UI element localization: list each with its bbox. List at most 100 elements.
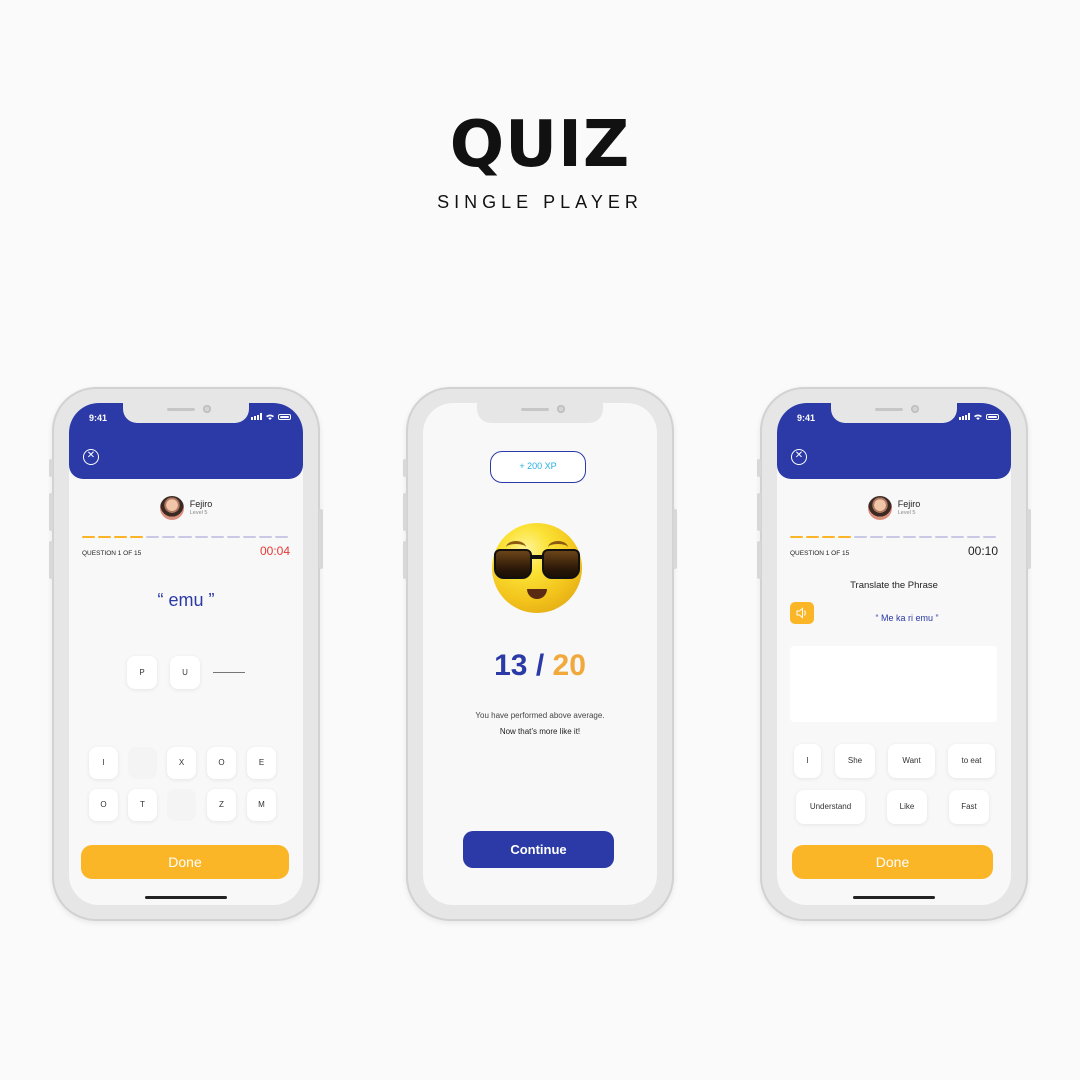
score-total: 20 (552, 649, 586, 682)
volume-down-button (757, 541, 761, 579)
power-button (1027, 509, 1031, 569)
letter-key[interactable]: T (128, 789, 157, 821)
done-button[interactable]: Done (81, 845, 289, 879)
quiz-word: “ emu ” (157, 590, 215, 610)
word-chip[interactable]: She (835, 744, 875, 778)
progress-segment (226, 536, 240, 538)
battery-icon (986, 413, 999, 420)
word-chip[interactable]: Fast (949, 790, 989, 824)
progress-segment (822, 536, 836, 538)
notch (123, 403, 249, 423)
phone-mockup-translate: 9:41 ✕ Fejiro Level 5 QUESTION 1 OF 15 0… (757, 387, 1031, 921)
user-profile: Fejiro Level 5 (69, 496, 303, 520)
user-profile: Fejiro Level 5 (777, 496, 1011, 520)
phone-screen: 9:41 ✕ Fejiro Level 5 QUESTION 1 OF 15 0… (777, 403, 1011, 905)
play-audio-button[interactable] (790, 602, 814, 624)
answer-slot[interactable]: P (127, 656, 157, 689)
close-button[interactable]: ✕ (791, 449, 807, 465)
status-icons (959, 413, 999, 420)
speaker-icon (796, 607, 806, 619)
close-button[interactable]: ✕ (83, 449, 99, 465)
signal-icon (959, 413, 970, 420)
xp-badge: + 200 XP (490, 451, 586, 483)
home-indicator (145, 896, 227, 899)
word-chip[interactable]: Understand (796, 790, 865, 824)
score-display: 13 / 20 (423, 649, 657, 683)
power-button (673, 509, 677, 569)
result-message: You have performed above average. (475, 711, 605, 720)
notch (477, 403, 603, 423)
progress-segment (130, 536, 144, 538)
score-separator: / (535, 649, 545, 682)
page-subtitle: SINGLE PLAYER (437, 192, 643, 212)
close-icon: ✕ (86, 450, 96, 461)
timer: 00:04 (259, 544, 290, 558)
progress-segment (918, 536, 932, 538)
answer-area[interactable] (790, 646, 997, 722)
progress-segment (870, 536, 884, 538)
progress-segment (982, 536, 997, 538)
silent-switch (49, 459, 53, 477)
word-chip[interactable]: to eat (948, 744, 995, 778)
letter-key[interactable]: O (89, 789, 118, 821)
done-button[interactable]: Done (792, 845, 993, 879)
continue-button[interactable]: Continue (463, 831, 614, 868)
progress-segment (194, 536, 208, 538)
progress-segment (178, 536, 192, 538)
silent-switch (403, 459, 407, 477)
progress-segment (854, 536, 868, 538)
phone-mockup-word-quiz: 9:41 ✕ Fejiro Level 5 QUESTION 1 OF 15 0… (49, 387, 323, 921)
volume-up-button (49, 493, 53, 531)
question-counter: QUESTION 1 OF 15 (790, 550, 850, 557)
answer-slot[interactable]: U (170, 656, 200, 689)
notch (831, 403, 957, 423)
phone-screen: + 200 XP 13 / 20 You have performed abov… (423, 403, 657, 905)
letter-key-used (167, 789, 196, 821)
silent-switch (757, 459, 761, 477)
progress-segment (934, 536, 948, 538)
letter-key[interactable]: E (247, 747, 276, 779)
progress-segment (114, 536, 128, 538)
timer: 00:10 (967, 544, 998, 558)
close-icon: ✕ (794, 450, 804, 461)
progress-segment (886, 536, 900, 538)
battery-icon (278, 413, 291, 420)
user-level: Level 5 (897, 510, 916, 516)
progress-segment (902, 536, 916, 538)
home-indicator (853, 896, 935, 899)
letter-key[interactable]: M (247, 789, 276, 821)
phrase-to-translate: “ Me ka ri emu ” (875, 613, 939, 623)
avatar (159, 496, 184, 520)
instruction-title: Translate the Phrase (850, 580, 938, 591)
status-icons (251, 413, 291, 420)
letter-key[interactable]: I (89, 747, 118, 779)
user-name: Fejiro (189, 499, 213, 509)
progress-segment (838, 536, 852, 538)
progress-segment (274, 536, 289, 538)
progress-segment (258, 536, 272, 538)
progress-segment (210, 536, 224, 538)
volume-down-button (403, 541, 407, 579)
result-encouragement: Now that’s more like it! (499, 727, 581, 736)
phone-screen: 9:41 ✕ Fejiro Level 5 QUESTION 1 OF 15 0… (69, 403, 303, 905)
progress-segment (806, 536, 820, 538)
power-button (319, 509, 323, 569)
progress-segment (966, 536, 980, 538)
word-chip[interactable]: I (794, 744, 821, 778)
progress-segment (162, 536, 176, 538)
letter-key[interactable]: O (207, 747, 236, 779)
progress-segment (98, 536, 112, 538)
letter-key[interactable]: X (167, 747, 196, 779)
word-chip[interactable]: Like (887, 790, 927, 824)
progress-segment (790, 536, 804, 538)
word-chip[interactable]: Want (888, 744, 935, 778)
progress-segment (950, 536, 964, 538)
question-progress-bar (790, 536, 997, 538)
phone-mockup-result: + 200 XP 13 / 20 You have performed abov… (403, 387, 677, 921)
progress-segment (242, 536, 256, 538)
letter-key-used (128, 747, 157, 779)
volume-up-button (757, 493, 761, 531)
letter-key[interactable]: Z (207, 789, 236, 821)
user-name: Fejiro (897, 499, 921, 509)
score-value: 13 (494, 649, 528, 682)
